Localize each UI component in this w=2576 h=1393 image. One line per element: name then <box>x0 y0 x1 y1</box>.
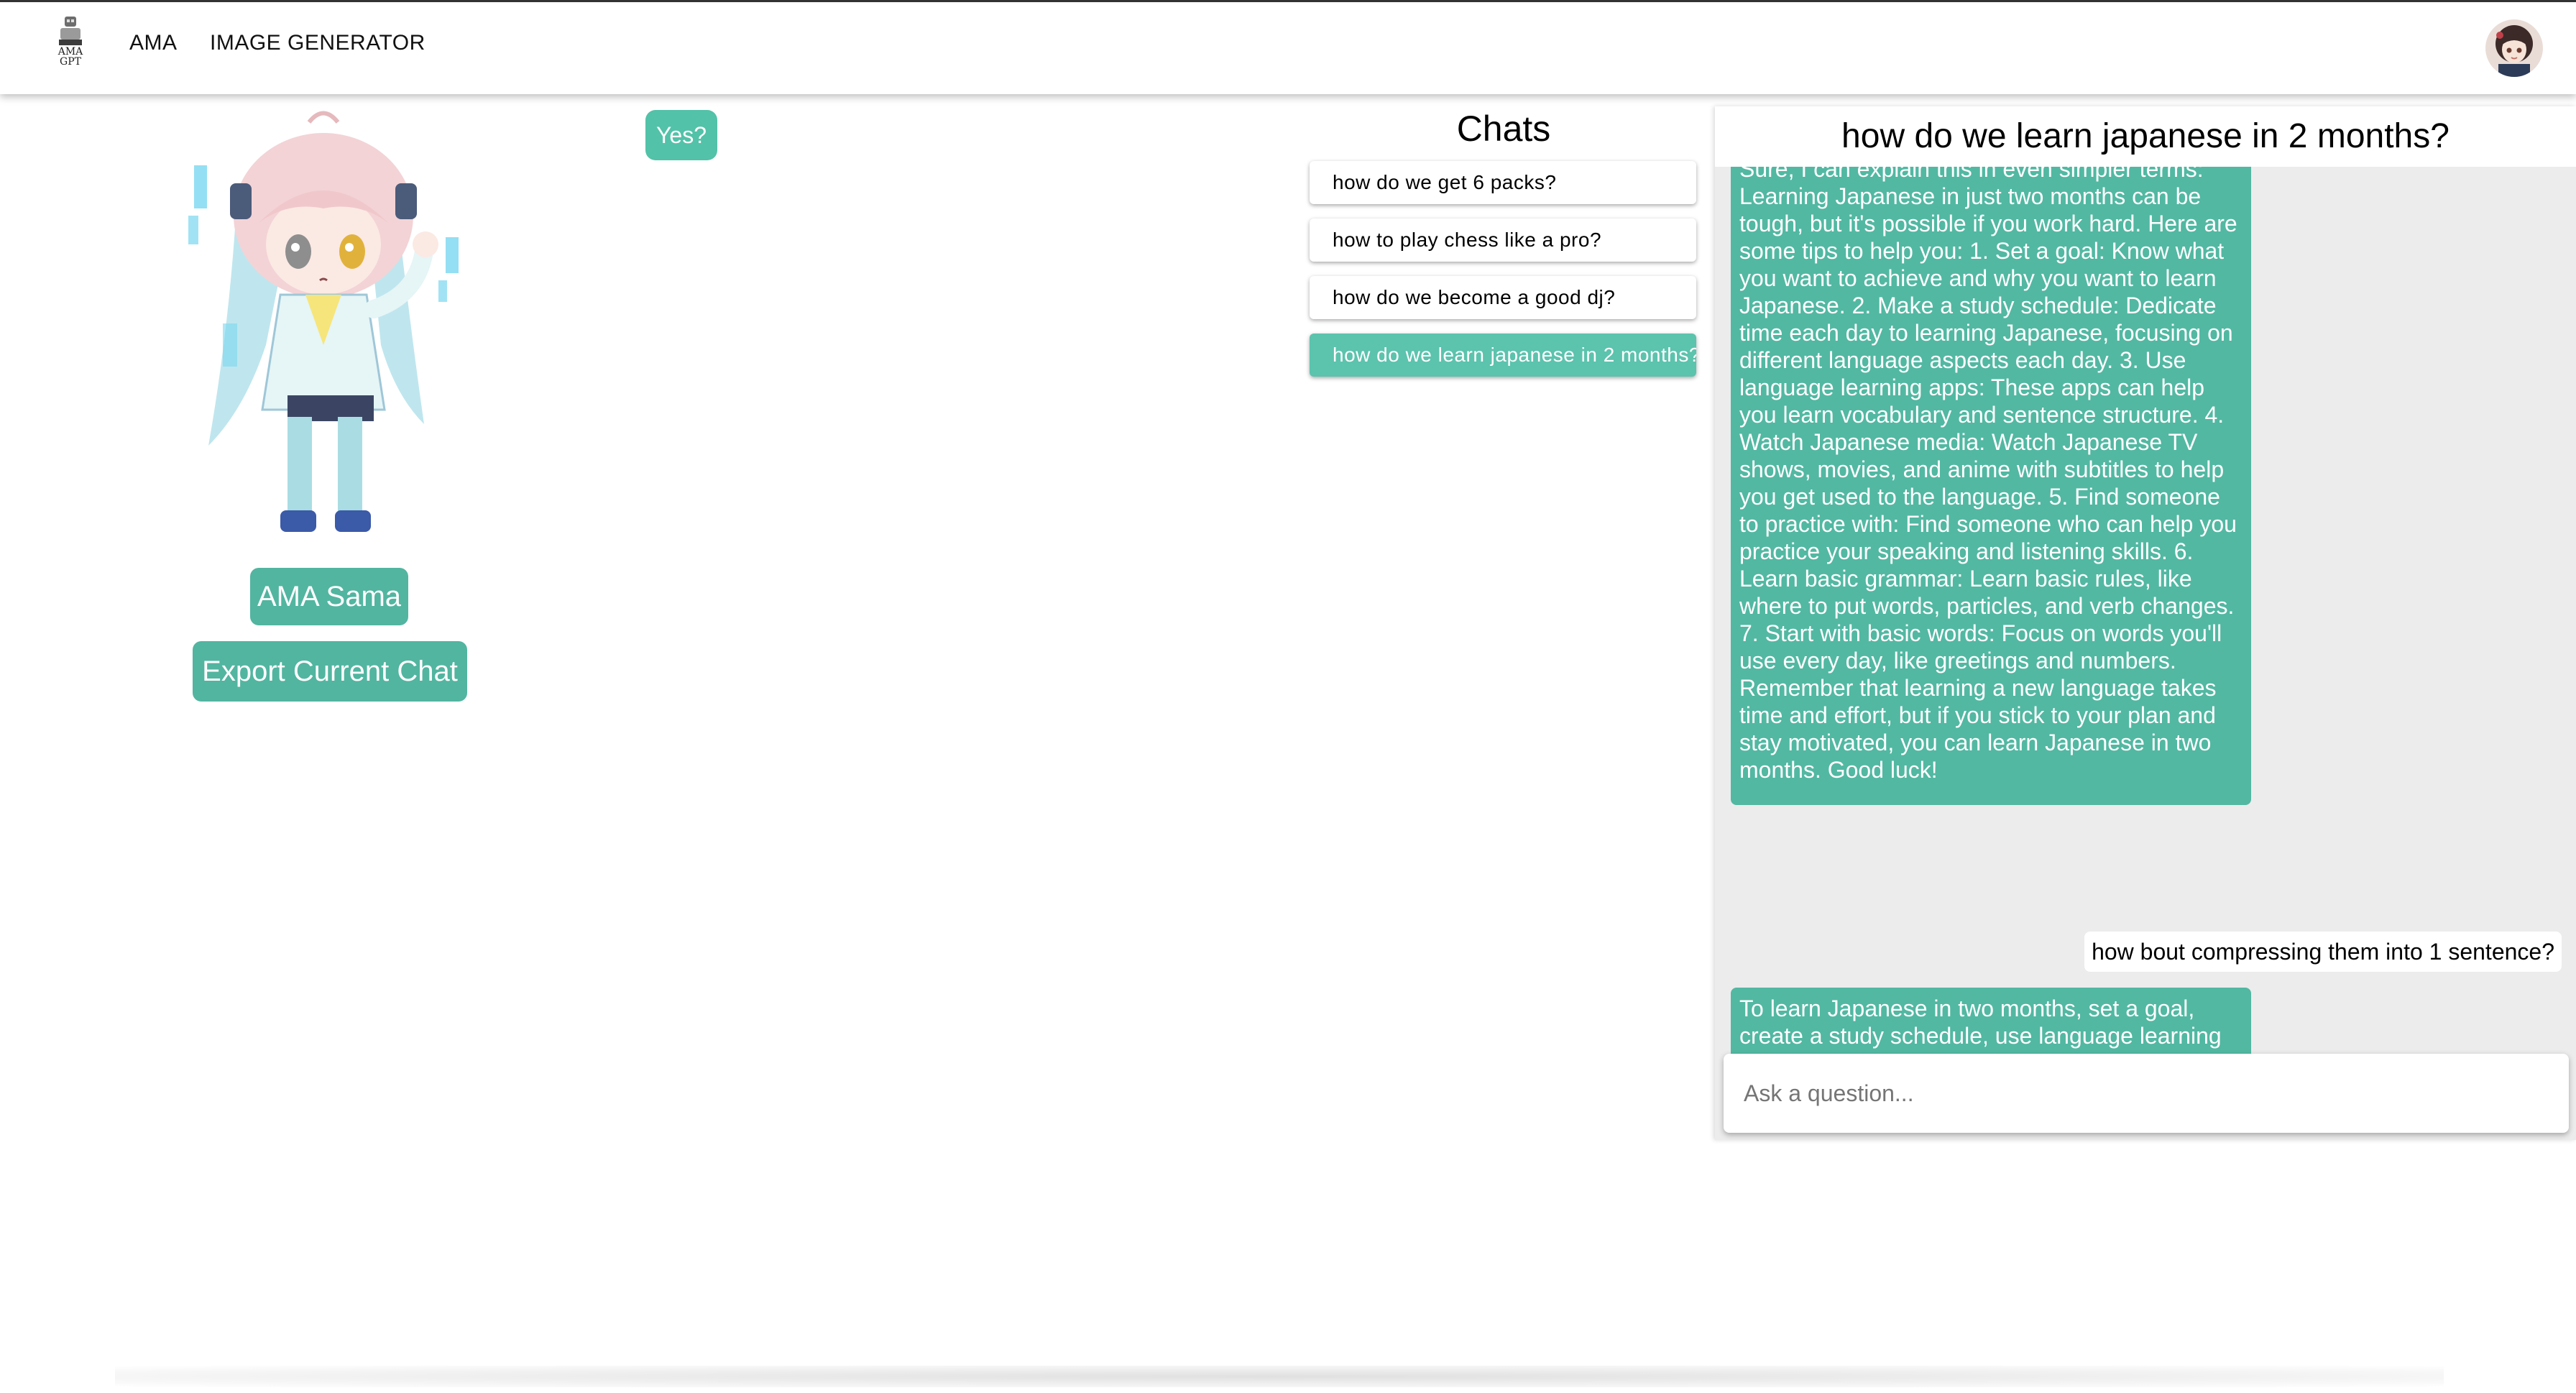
app-logo[interactable]: AMA GPT <box>50 15 91 80</box>
character-speech-bubble: Yes? <box>645 110 717 160</box>
nav-ama-link[interactable]: AMA <box>129 31 178 55</box>
export-current-chat-button[interactable]: Export Current Chat <box>193 641 467 702</box>
message-scroll-area[interactable]: Sure, I can explain this in even simpler… <box>1715 167 2576 1108</box>
robot-logo-icon <box>59 17 82 45</box>
ask-question-input[interactable] <box>1724 1054 2569 1133</box>
nav-image-generator-link[interactable]: IMAGE GENERATOR <box>210 31 426 55</box>
chat-list-item[interactable]: how do we become a good dj? <box>1310 276 1696 319</box>
user-message: how bout compressing them into 1 sentenc… <box>2084 932 2562 972</box>
chats-heading: Chats <box>1456 109 1551 149</box>
chat-list-item-active[interactable]: how do we learn japanese in 2 months? <box>1310 334 1696 377</box>
character-name-button[interactable]: AMA Sama <box>250 568 408 625</box>
anime-character-icon <box>188 111 459 532</box>
user-avatar[interactable] <box>2485 19 2543 77</box>
bottom-edge-shadow <box>115 1366 2444 1387</box>
conversation-panel: how do we learn japanese in 2 months? Su… <box>1715 106 2576 1140</box>
ama-sama-character-illustration <box>180 108 482 553</box>
top-navigation-bar: AMA GPT AMA IMAGE GENERATOR <box>0 0 2576 94</box>
chat-list-item[interactable]: how to play chess like a pro? <box>1310 219 1696 262</box>
logo-text-gpt: GPT <box>60 56 81 68</box>
chat-list-item[interactable]: how do we get 6 packs? <box>1310 161 1696 204</box>
avatar-portrait-icon <box>2485 19 2543 77</box>
logo-text-ama: AMA <box>58 46 83 58</box>
conversation-title: how do we learn japanese in 2 months? <box>1715 106 2576 167</box>
assistant-message: Sure, I can explain this in even simpler… <box>1731 167 2251 805</box>
